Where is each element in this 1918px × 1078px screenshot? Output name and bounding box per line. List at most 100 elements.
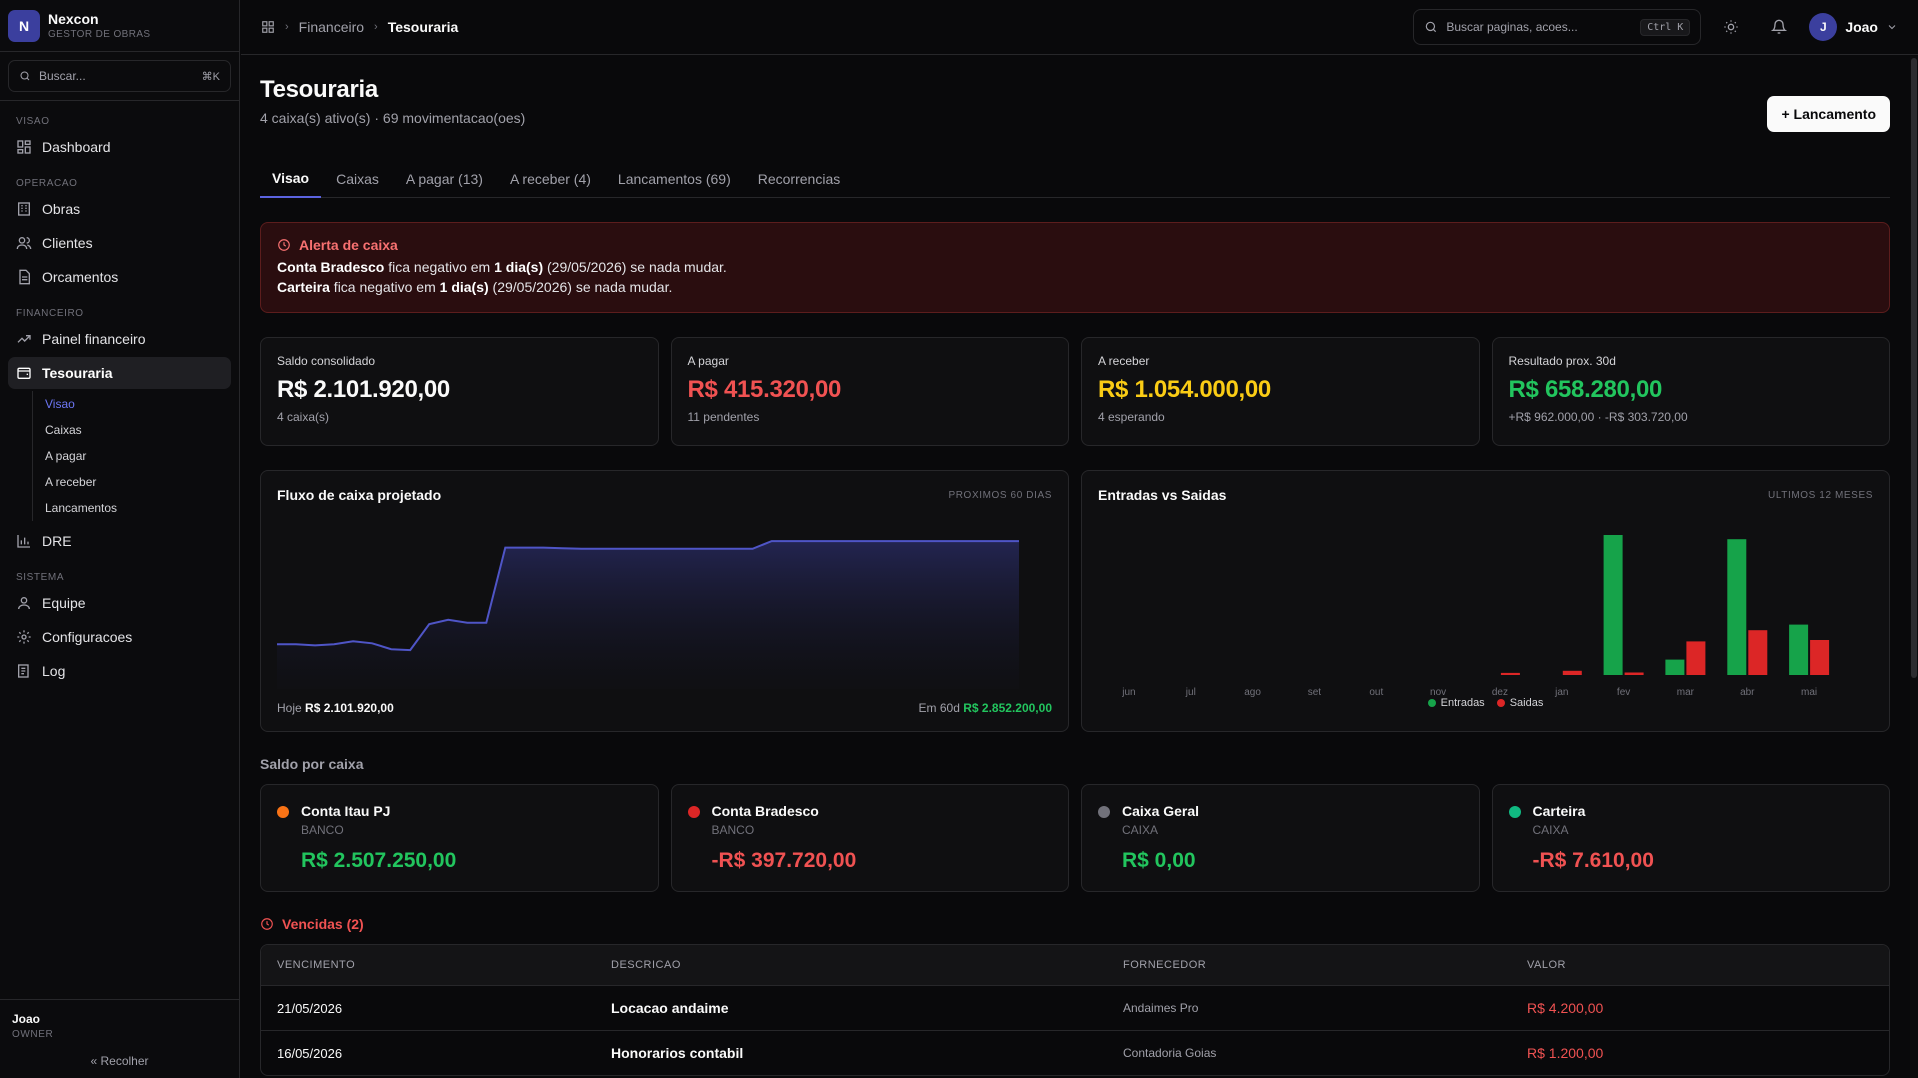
legend-dot	[1496, 699, 1505, 707]
sidebar-item-label: Orcamentos	[42, 269, 119, 285]
overdue-title: Vencidas (2)	[260, 916, 1890, 932]
sidebar: N Nexcon GESTOR DE OBRAS Buscar... ⌘K VI…	[0, 0, 240, 1078]
subnav-item-a-pagar[interactable]: A pagar	[45, 443, 231, 469]
nav-group-label: VISAO	[16, 116, 50, 127]
sidebar-footer: Joao OWNER « Recolher	[0, 999, 239, 1078]
bar-chart-icon	[17, 535, 30, 548]
sidebar-item-obras[interactable]: Obras	[8, 193, 231, 225]
kpi-label: Saldo consolidado	[277, 354, 376, 368]
subnav-item-a-receber[interactable]: A receber	[45, 469, 231, 495]
tabs: Visao Caixas A pagar (13) A receber (4) …	[260, 160, 1890, 198]
table-row[interactable]: 21/05/2026 Locacao andaime Andaimes Pro …	[261, 985, 1889, 1030]
alert-line: Conta Bradesco fica negativo em 1 dia(s)…	[277, 259, 1873, 275]
account-balance: -R$ 7.610,00	[1532, 849, 1654, 872]
log-icon	[18, 664, 29, 678]
tab-visao[interactable]: Visao	[260, 160, 322, 198]
footer-user-name: Joao	[12, 1012, 41, 1026]
account-balance: R$ 2.507.250,00	[301, 849, 457, 872]
user-icon	[18, 597, 30, 610]
account-color-dot	[1098, 806, 1110, 818]
account-name: Caixa Geral	[1122, 803, 1200, 819]
sidebar-item-configuracoes[interactable]: Configuracoes	[8, 621, 231, 653]
chevron-down-icon	[1888, 25, 1896, 30]
legend-item-entradas: Entradas	[1427, 697, 1485, 709]
tab-lancamentos[interactable]: Lancamentos (69)	[606, 160, 743, 198]
column-header[interactable]: VALOR	[1527, 959, 1889, 971]
alert-days: 1 dia(s)	[494, 259, 544, 275]
accounts-section-title: Saldo por caixa	[260, 756, 364, 772]
flow-end-label: Em 60d	[918, 701, 960, 715]
bar-entradas-fev	[1603, 535, 1623, 675]
tab-a-receber[interactable]: A receber (4)	[498, 160, 603, 198]
grid-icon[interactable]	[261, 20, 275, 34]
alert-text: (29/05/2026) se nada mudar.	[543, 259, 727, 275]
sidebar-item-clientes[interactable]: Clientes	[8, 227, 231, 259]
sidebar-item-log[interactable]: Log	[8, 655, 231, 687]
subnav-item-caixas[interactable]: Caixas	[45, 417, 231, 443]
account-card-bradesco[interactable]: Conta Bradesco BANCO -R$ 397.720,00	[670, 784, 1069, 892]
subnav-item-visao[interactable]: Visao	[45, 391, 231, 417]
breadcrumb-current: Tesouraria	[387, 19, 459, 35]
cell-due: 16/05/2026	[277, 1045, 343, 1061]
brand-name: Nexcon	[48, 11, 99, 27]
chart-period-tag: PROXIMOS 60 DIAS	[948, 489, 1052, 501]
kpi-label: A pagar	[687, 354, 729, 368]
sidebar-item-dre[interactable]: DRE	[8, 525, 231, 557]
chevron-right-icon: ›	[374, 21, 378, 33]
notifications-button[interactable]	[1761, 9, 1797, 45]
bar-saidas-dez	[1500, 672, 1520, 675]
cell-value: R$ 1.200,00	[1527, 1045, 1604, 1061]
account-card-carteira[interactable]: Carteira CAIXA -R$ 7.610,00	[1491, 784, 1890, 892]
user-name: Joao	[1845, 19, 1878, 35]
user-menu[interactable]: J Joao	[1809, 13, 1898, 41]
subnav-item-lancamentos[interactable]: Lancamentos	[45, 495, 231, 521]
sidebar-search-input[interactable]: Buscar... ⌘K	[8, 60, 231, 92]
bar-entradas-abr	[1727, 539, 1747, 675]
column-header[interactable]: FORNECEDOR	[1123, 959, 1527, 971]
sidebar-item-tesouraria[interactable]: Tesouraria	[8, 357, 231, 389]
bar-saidas-fev	[1624, 672, 1644, 675]
breadcrumb-financeiro[interactable]: Financeiro	[299, 19, 364, 35]
account-balance: -R$ 397.720,00	[711, 849, 857, 872]
global-search-input[interactable]: Buscar paginas, acoes... Ctrl K	[1413, 9, 1702, 45]
collapse-sidebar-button[interactable]: « Recolher	[12, 1054, 227, 1068]
users-icon	[16, 237, 32, 250]
kpi-sub: 4 caixa(s)	[277, 410, 330, 424]
account-card-caixa-geral[interactable]: Caixa Geral CAIXA R$ 0,00	[1081, 784, 1480, 892]
bar-saidas-abr	[1748, 630, 1768, 675]
kpi-card-resultado: Resultado prox. 30d R$ 658.280,00 +R$ 96…	[1491, 337, 1890, 446]
sidebar-item-equipe[interactable]: Equipe	[8, 587, 231, 619]
tab-a-pagar[interactable]: A pagar (13)	[394, 160, 495, 198]
account-name: Carteira	[1532, 803, 1586, 819]
in-out-bar-chart: jun jul ago set out nov dez jan fev mar abr mai	[1121, 535, 1830, 698]
page-scrollbar[interactable]	[1910, 56, 1918, 1078]
sidebar-item-label: DRE	[42, 533, 72, 549]
bell-icon	[1771, 19, 1788, 34]
alert-title: Alerta de caixa	[299, 237, 398, 253]
breadcrumb: › Financeiro › Tesouraria	[261, 19, 458, 35]
table-row[interactable]: 16/05/2026 Honorarios contabil Contadori…	[261, 1030, 1889, 1075]
column-header[interactable]: DESCRICAO	[611, 959, 1123, 971]
chevron-right-icon: ›	[285, 21, 289, 33]
chevrons-left-icon: «	[90, 1054, 98, 1068]
sidebar-item-dashboard[interactable]: Dashboard	[8, 131, 231, 163]
account-card-itau[interactable]: Conta Itau PJ BANCO R$ 2.507.250,00	[260, 784, 659, 892]
charts-row: Fluxo de caixa projetado PROXIMOS 60 DIA…	[260, 470, 1890, 732]
flow-end: Em 60d R$ 2.852.200,00	[919, 701, 1052, 715]
scrollbar-thumb[interactable]	[1911, 58, 1917, 678]
alert-account: Carteira	[277, 279, 330, 295]
new-lancamento-button[interactable]: + Lancamento	[1767, 96, 1890, 132]
kpi-value: R$ 415.320,00	[687, 376, 842, 403]
cash-alert: Alerta de caixa Conta Bradesco fica nega…	[260, 222, 1890, 313]
tab-recorrencias[interactable]: Recorrencias	[746, 160, 852, 198]
theme-toggle-button[interactable]	[1713, 9, 1749, 45]
tab-caixas[interactable]: Caixas	[324, 160, 391, 198]
brand[interactable]: N Nexcon GESTOR DE OBRAS	[0, 0, 239, 52]
sidebar-item-painel-financeiro[interactable]: Painel financeiro	[8, 323, 231, 355]
column-header[interactable]: VENCIMENTO	[261, 959, 611, 971]
search-icon	[20, 71, 30, 81]
sidebar-item-orcamentos[interactable]: Orcamentos	[8, 261, 231, 293]
account-color-dot	[1508, 806, 1521, 818]
cash-flow-area	[277, 541, 1019, 689]
sidebar-item-label: Log	[42, 663, 66, 679]
